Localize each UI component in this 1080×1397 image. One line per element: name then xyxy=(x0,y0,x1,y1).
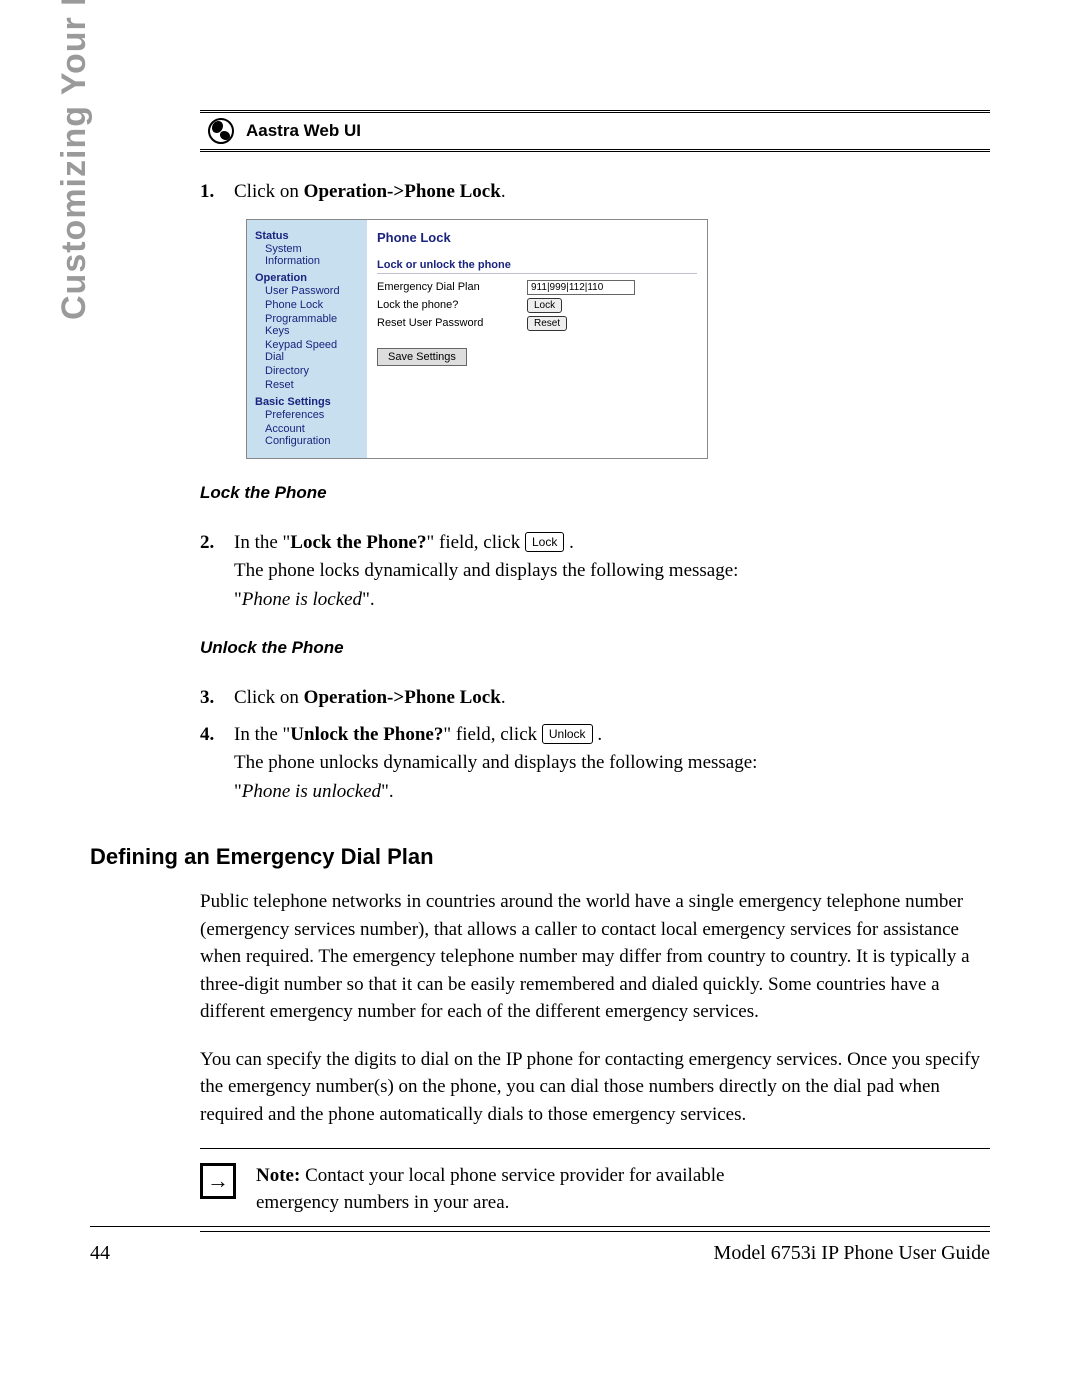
globe-icon xyxy=(208,118,234,144)
note-block: → Note: Contact your local phone service… xyxy=(200,1148,990,1231)
text: In the " xyxy=(234,532,290,553)
row-emergency-dial-plan: Emergency Dial Plan xyxy=(377,280,697,295)
sidebar-item-user-password[interactable]: User Password xyxy=(265,284,359,298)
step-number: 3. xyxy=(200,684,224,713)
steps-list-2: 2. In the "Lock the Phone?" field, click… xyxy=(200,529,990,615)
text: In the " xyxy=(234,724,290,745)
note-bold: Note: xyxy=(256,1165,300,1186)
nav-path: Operation->Phone Lock xyxy=(304,181,501,202)
step-body: Click on Operation->Phone Lock. xyxy=(234,178,990,207)
text: " xyxy=(234,781,242,802)
note-rule-top xyxy=(200,1148,990,1149)
content-area: Aastra Web UI 1. Click on Operation->Pho… xyxy=(90,110,990,1247)
steps-list-3: 3. Click on Operation->Phone Lock. 4. In… xyxy=(200,684,990,806)
subheading-unlock: Unlock the Phone xyxy=(200,638,990,658)
step-1: 1. Click on Operation->Phone Lock. xyxy=(200,178,990,207)
text: The phone locks dynamically and displays… xyxy=(234,560,738,581)
sidebar-section-operation[interactable]: Operation xyxy=(255,272,359,284)
text: ". xyxy=(381,781,394,802)
step-number: 4. xyxy=(200,721,224,807)
sidebar-item-phone-lock[interactable]: Phone Lock xyxy=(265,298,359,312)
step-body: In the "Unlock the Phone?" field, click … xyxy=(234,721,990,807)
note-row: → Note: Contact your local phone service… xyxy=(200,1155,990,1224)
chapter-side-title: Customizing Your Phone xyxy=(55,0,94,320)
text: . xyxy=(501,687,506,708)
arrow-icon: → xyxy=(200,1163,236,1199)
text: Click on xyxy=(234,687,304,708)
sidebar-item-keypad-speed-dial[interactable]: Keypad Speed Dial xyxy=(265,338,359,364)
reset-button[interactable]: Reset xyxy=(527,316,567,331)
webui-banner: Aastra Web UI xyxy=(200,110,990,152)
webui-main: Phone Lock Lock or unlock the phone Emer… xyxy=(367,220,707,458)
text: " field, click xyxy=(426,532,525,553)
note-text: Note: Contact your local phone service p… xyxy=(256,1163,736,1216)
label: Lock the phone? xyxy=(377,299,527,311)
webui-sidebar: Status System Information Operation User… xyxy=(247,220,367,458)
row-lock-phone: Lock the phone? Lock xyxy=(377,298,697,313)
paragraph-1: Public telephone networks in countries a… xyxy=(200,888,990,1026)
subheading-lock: Lock the Phone xyxy=(200,483,990,503)
text: . xyxy=(564,532,574,553)
note-rule-bottom xyxy=(200,1231,990,1232)
section-heading-dial-plan: Defining an Emergency Dial Plan xyxy=(90,844,990,870)
step-body: In the "Lock the Phone?" field, click Lo… xyxy=(234,529,990,615)
sidebar-item-directory[interactable]: Directory xyxy=(265,364,359,378)
label: Emergency Dial Plan xyxy=(377,281,527,293)
step-number: 1. xyxy=(200,178,224,207)
model-label: Model 6753i IP Phone User Guide xyxy=(714,1242,990,1265)
text: . xyxy=(593,724,603,745)
webui-subhead: Lock or unlock the phone xyxy=(377,259,697,274)
footer-rule xyxy=(90,1226,990,1227)
webui-title: Phone Lock xyxy=(377,230,697,245)
sidebar-item-reset[interactable]: Reset xyxy=(265,378,359,392)
bold: Unlock the Phone? xyxy=(290,724,443,745)
text: ". xyxy=(362,589,375,610)
step-3: 3. Click on Operation->Phone Lock. xyxy=(200,684,990,713)
lock-button-inline: Lock xyxy=(525,532,564,552)
emergency-dial-plan-input[interactable] xyxy=(527,280,635,295)
italic: Phone is unlocked xyxy=(242,781,381,802)
unlock-button-inline: Unlock xyxy=(542,724,593,744)
text: . xyxy=(501,181,506,202)
step-2: 2. In the "Lock the Phone?" field, click… xyxy=(200,529,990,615)
label: Reset User Password xyxy=(377,317,527,329)
sidebar-item-account-config[interactable]: Account Configuration xyxy=(265,422,359,448)
row-reset-password: Reset User Password Reset xyxy=(377,316,697,331)
bold: Lock the Phone? xyxy=(290,532,426,553)
step-number: 2. xyxy=(200,529,224,615)
text: Click on xyxy=(234,181,304,202)
text: The phone unlocks dynamically and displa… xyxy=(234,752,757,773)
page-number: 44 xyxy=(90,1242,110,1265)
banner-label: Aastra Web UI xyxy=(246,121,361,141)
lock-button[interactable]: Lock xyxy=(527,298,562,313)
step-body: Click on Operation->Phone Lock. xyxy=(234,684,990,713)
step-4: 4. In the "Unlock the Phone?" field, cli… xyxy=(200,721,990,807)
sidebar-item-system-info[interactable]: System Information xyxy=(265,242,359,268)
sidebar-section-basic[interactable]: Basic Settings xyxy=(255,396,359,408)
text: " xyxy=(234,589,242,610)
paragraph-2: You can specify the digits to dial on th… xyxy=(200,1046,990,1129)
sidebar-section-status[interactable]: Status xyxy=(255,230,359,242)
italic: Phone is locked xyxy=(242,589,362,610)
webui-screenshot: Status System Information Operation User… xyxy=(246,219,708,459)
note-body: Contact your local phone service provide… xyxy=(256,1165,724,1213)
page: Customizing Your Phone Aastra Web UI 1. … xyxy=(0,0,1080,1397)
nav-path: Operation->Phone Lock xyxy=(304,687,501,708)
steps-list-1: 1. Click on Operation->Phone Lock. xyxy=(200,178,990,207)
sidebar-item-programmable-keys[interactable]: Programmable Keys xyxy=(265,312,359,338)
save-settings-button[interactable]: Save Settings xyxy=(377,348,467,366)
page-footer: 44 Model 6753i IP Phone User Guide xyxy=(90,1242,990,1265)
sidebar-item-preferences[interactable]: Preferences xyxy=(265,408,359,422)
text: " field, click xyxy=(443,724,542,745)
